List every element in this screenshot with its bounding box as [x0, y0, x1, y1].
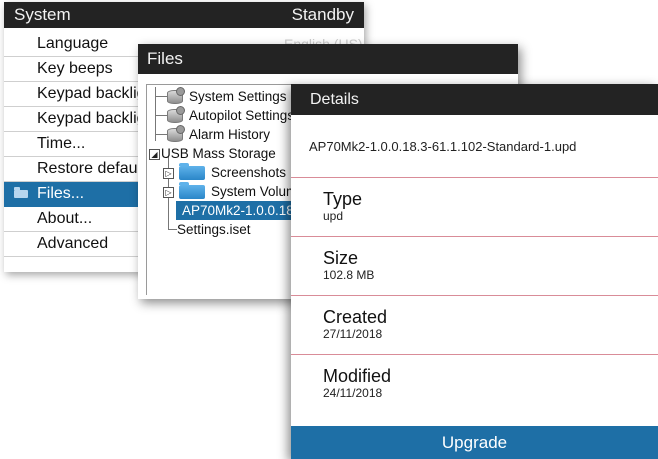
type-label: Type	[323, 189, 363, 209]
details-modified: Modified 24/11/2018	[291, 355, 658, 414]
folder-icon	[179, 163, 205, 180]
tree-item-label: USB Mass Storage	[161, 146, 276, 161]
modified-label: Modified	[323, 366, 392, 386]
upgrade-button[interactable]: Upgrade	[291, 426, 658, 459]
menu-item-label: Advanced	[37, 235, 109, 252]
modified-value: 24/11/2018	[323, 386, 383, 400]
type-value: upd	[323, 209, 344, 223]
menu-item-label: Restore defaults	[37, 160, 154, 177]
folder-icon	[179, 182, 205, 199]
details-filename: AP70Mk2-1.0.0.18.3-61.1.102-Standard-1.u…	[291, 115, 658, 178]
tree-item-settings-iset[interactable]: Settings.iset	[177, 220, 251, 239]
details-title: Details	[310, 90, 359, 108]
size-value: 102.8 MB	[323, 268, 375, 282]
tree-item-alarm-history[interactable]: Alarm History	[167, 125, 270, 144]
tree-item-system-settings[interactable]: System Settings	[167, 87, 287, 106]
expand-icon[interactable]: ▷	[163, 187, 174, 198]
files-title: Files	[147, 49, 183, 68]
menu-item-label: Language	[37, 35, 109, 52]
details-size: Size 102.8 MB	[291, 237, 658, 296]
files-header: Files	[138, 44, 518, 74]
tree-item-usb-mass-storage[interactable]: ◢ USB Mass Storage	[149, 144, 276, 163]
tree-item-autopilot-settings[interactable]: Autopilot Settings	[167, 106, 294, 125]
tree-line	[155, 96, 167, 97]
database-gear-icon	[167, 106, 185, 123]
tree-line	[168, 229, 177, 230]
tree-line	[155, 115, 167, 116]
tree-line	[155, 134, 167, 135]
system-status: Standby	[291, 5, 354, 24]
details-type: Type upd	[291, 178, 658, 237]
tree-item-label: Autopilot Settings	[189, 108, 295, 123]
tree-item-label: Settings.iset	[177, 222, 251, 237]
menu-item-label: About...	[37, 210, 93, 227]
size-label: Size	[323, 248, 359, 268]
database-gear-icon	[167, 87, 185, 104]
details-header: Details	[291, 84, 658, 115]
menu-item-label: Files...	[37, 185, 85, 202]
tree-item-screenshots[interactable]: ▷ Screenshots	[163, 163, 286, 182]
system-header: System Standby	[4, 2, 364, 28]
folder-icon	[14, 187, 28, 198]
created-value: 27/11/2018	[323, 327, 383, 341]
details-window: Details AP70Mk2-1.0.0.18.3-61.1.102-Stan…	[291, 84, 658, 459]
database-gear-icon	[167, 125, 185, 142]
collapse-icon[interactable]: ◢	[149, 149, 160, 160]
menu-item-label: Time...	[37, 135, 86, 152]
details-created: Created 27/11/2018	[291, 296, 658, 355]
created-label: Created	[323, 307, 388, 327]
system-title: System	[14, 5, 71, 24]
expand-icon[interactable]: ▷	[163, 168, 174, 179]
menu-item-label: Key beeps	[37, 60, 113, 77]
